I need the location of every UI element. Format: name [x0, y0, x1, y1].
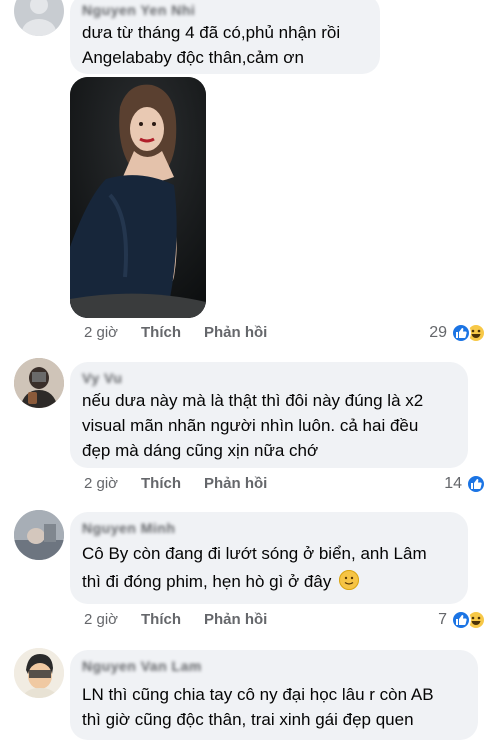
reaction-summary[interactable]: 14	[444, 473, 486, 495]
cartoon-avatar-icon	[14, 648, 64, 698]
avatar[interactable]	[14, 358, 64, 408]
avatar[interactable]	[14, 510, 64, 560]
commenter-name[interactable]: Nguyen Minh	[82, 520, 456, 536]
comment-text: nếu dưa này mà là thật thì đôi này đúng …	[82, 391, 424, 460]
avatar[interactable]	[14, 648, 64, 698]
timestamp[interactable]: 2 giờ	[84, 610, 118, 630]
user-photo-avatar-icon	[14, 510, 64, 560]
comment-bubble: Nguyen Yen Nhi dưa từ tháng 4 đã có,phủ …	[70, 0, 380, 74]
comment-text: dưa từ tháng 4 đã có,phủ nhận rồi Angela…	[82, 23, 341, 67]
timestamp[interactable]: 2 giờ	[84, 323, 118, 343]
like-icon	[451, 323, 471, 343]
commenter-name[interactable]: Nguyen Van Lam	[82, 658, 466, 674]
reaction-summary[interactable]: 7	[438, 609, 486, 631]
woman-in-dark-velvet-dress-image	[70, 77, 206, 318]
reaction-count: 29	[429, 324, 447, 341]
reaction-count: 14	[444, 475, 462, 492]
commenter-name[interactable]: Vy Vu	[82, 370, 456, 386]
default-avatar-icon	[22, 0, 56, 36]
avatar[interactable]	[14, 0, 64, 36]
like-icon	[466, 474, 486, 494]
reply-button[interactable]: Phản hồi	[204, 610, 267, 630]
user-photo-avatar-icon	[14, 358, 64, 408]
commenter-name[interactable]: Nguyen Yen Nhi	[82, 2, 368, 18]
like-button[interactable]: Thích	[141, 610, 181, 630]
reaction-count: 7	[438, 611, 447, 628]
comment-bubble: Vy Vu nếu dưa này mà là thật thì đôi này…	[70, 362, 468, 468]
comment-text: LN thì cũng chia tay cô ny đại học lâu r…	[82, 685, 434, 729]
like-button[interactable]: Thích	[141, 323, 181, 343]
reply-button[interactable]: Phản hồi	[204, 323, 267, 343]
comment-bubble: Nguyen Van Lam LN thì cũng chia tay cô n…	[70, 650, 478, 740]
comment-photo[interactable]	[70, 77, 206, 318]
reply-button[interactable]: Phản hồi	[204, 474, 267, 494]
comment-bubble: Nguyen Minh Cô By còn đang đi lướt sóng …	[70, 512, 468, 604]
timestamp[interactable]: 2 giờ	[84, 474, 118, 494]
like-button[interactable]: Thích	[141, 474, 181, 494]
slightly-smiling-face-emoji	[339, 570, 360, 590]
like-icon	[451, 610, 471, 630]
reaction-summary[interactable]: 29	[429, 322, 486, 344]
comment-text: Cô By còn đang đi lướt sóng ở biển, anh …	[82, 544, 427, 591]
